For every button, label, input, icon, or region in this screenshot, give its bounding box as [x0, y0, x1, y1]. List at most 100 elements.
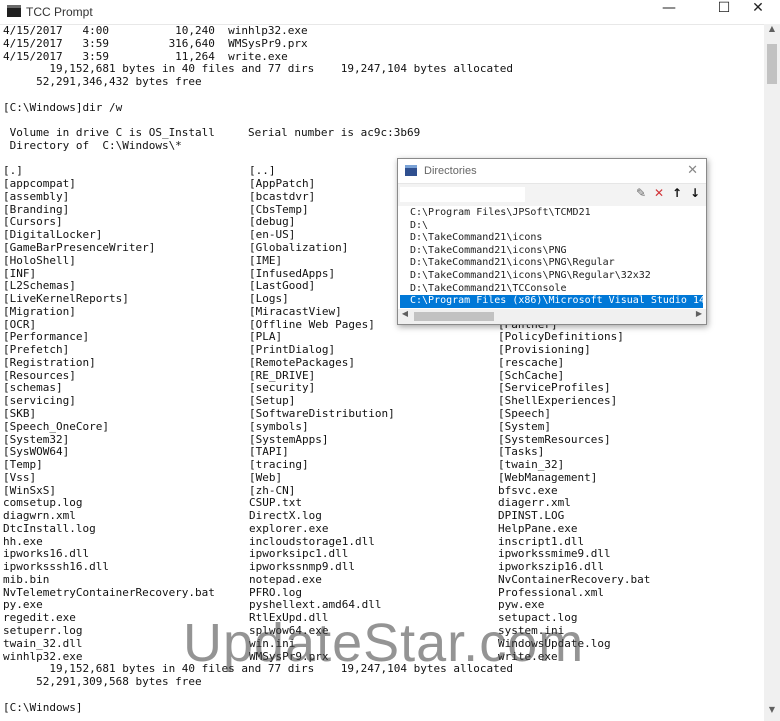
folder-icon [405, 165, 417, 176]
dir-entry: NvContainerRecovery.bat [498, 572, 651, 586]
dir-entry: [IME] [249, 253, 283, 267]
dir-row: [Prefetch] [PrintDialog] [Provisioning] [3, 343, 763, 357]
directory-list[interactable]: C:\Program Files\JPSoft\TCMD21 D:\ D:\Take… [400, 207, 703, 309]
dir-entry: [twain_32] [498, 458, 565, 472]
dir-row: [System32] [SystemApps] [SystemResources] [3, 433, 763, 447]
console-line: [C:\Windows]dir /w [3, 100, 123, 114]
scroll-thumb[interactable] [767, 44, 777, 84]
dir-entry: [MiracastView] [249, 304, 342, 318]
dir-entry: [Registration] [3, 355, 96, 369]
dir-entry: [Web] [249, 470, 283, 484]
move-up-icon[interactable]: ↑ [669, 186, 685, 202]
dir-entry: [Speech_OneCore] [3, 419, 109, 433]
dialog-horizontal-scrollbar[interactable]: ◀ ▶ [398, 309, 706, 324]
dir-entry: [RemotePackages] [249, 355, 355, 369]
directory-filter-input[interactable] [400, 187, 525, 202]
console-line: 4/15/2017 3:59 316,640 WMSysPr9.prx [3, 36, 308, 50]
console-line: 52,291,309,568 bytes free [3, 675, 202, 689]
dir-entry: [SKB] [3, 406, 37, 420]
close-button[interactable]: ✕ [736, 0, 780, 24]
dir-entry: HelpPane.exe [498, 521, 578, 535]
dir-row: ipworksssh16.dll ipworkssnmp9.dll ipworksz… [3, 560, 763, 574]
dir-entry: winhlp32.exe [3, 649, 83, 663]
scroll-up-icon[interactable]: ▲ [764, 24, 780, 40]
dir-row: [Speech_OneCore] [symbols] [System] [3, 419, 763, 434]
dir-entry: [SoftwareDistribution] [249, 406, 395, 420]
dir-row: [SKB] [SoftwareDistribution] [Speech] [3, 406, 763, 421]
dir-entry: DPINST.LOG [498, 509, 565, 523]
dir-entry: [HoloShell] [3, 253, 76, 267]
move-down-icon[interactable]: ↓ [687, 186, 703, 202]
title-bar: TCC Prompt — ☐ ✕ [0, 0, 780, 25]
dir-entry: [GameBarPresenceWriter] [3, 241, 156, 255]
dir-row: py.exe pyshellext.amd64.dll pyw.exe [3, 599, 763, 612]
directory-list-item[interactable]: C:\Program Files (x86)\Microsoft Visual … [400, 295, 703, 308]
dir-entry: [bcastdvr] [249, 189, 316, 203]
directory-list-item[interactable]: D:\ [400, 220, 703, 233]
dir-row: [Resources] [RE_DRIVE] [SchCache] [3, 369, 763, 383]
directories-dialog: Directories ✕ ✎ ✕ ↑ ↓ C:\Program Files\J… [397, 158, 707, 325]
dir-entry: mib.bin [3, 572, 50, 586]
tcc-window: TCC Prompt — ☐ ✕ 4/15/2017 4:00 10,240 w… [0, 0, 780, 721]
dir-row: [Registration] [RemotePackages] [rescache] [3, 355, 763, 370]
minimize-button[interactable]: — [647, 0, 691, 24]
dialog-close-button[interactable]: ✕ [687, 163, 698, 178]
dialog-title-bar: Directories ✕ [398, 159, 706, 184]
directory-list-item[interactable]: D:\TakeCommand21\icons\PNG\Regular\32x32 [400, 270, 703, 283]
edit-icon[interactable]: ✎ [633, 186, 649, 202]
directory-list-item[interactable]: D:\TakeCommand21\icons\PNG [400, 245, 703, 258]
dir-row: NvTelemetryContainerRecovery.bat PFRO.log… [3, 586, 763, 600]
dir-entry: [Provisioning] [498, 343, 591, 357]
dir-entry: [assembly] [3, 189, 70, 203]
dir-row: [Temp] [tracing] [twain_32] [3, 458, 763, 472]
scroll-down-icon[interactable]: ▼ [764, 705, 780, 721]
delete-icon[interactable]: ✕ [651, 186, 667, 202]
console-line: Volume in drive C is OS_Install Serial n… [3, 126, 421, 140]
dir-row: comsetup.log CSUP.txt diagerr.xml [3, 497, 763, 510]
dir-row: [Vss] [Web] [WebManagement] [3, 470, 763, 485]
dialog-title: Directories [424, 165, 477, 177]
directory-list-item[interactable]: D:\TakeCommand21\icons\PNG\Regular [400, 257, 703, 270]
directory-list-item[interactable]: C:\Program Files\JPSoft\TCMD21 [400, 207, 703, 220]
dir-entry: diagwrn.xml [3, 509, 76, 523]
dir-row: [WinSxS] [zh-CN] bfsvc.exe [3, 484, 763, 498]
dir-entry: [LiveKernelReports] [3, 292, 129, 306]
dir-row: [SysWOW64] [TAPI] [Tasks] [3, 445, 763, 459]
dir-entry: [tracing] [249, 458, 309, 472]
dir-row: [schemas] [security] [ServiceProfiles] [3, 382, 763, 395]
vertical-scrollbar[interactable]: ▲ ▼ [764, 24, 780, 721]
console-line: [C:\Windows] [3, 700, 83, 714]
dir-entry: DtcInstall.log [3, 521, 96, 535]
dialog-scroll-thumb[interactable] [414, 312, 494, 321]
dir-entry: [Logs] [249, 292, 289, 306]
dir-entry: [rescache] [498, 355, 565, 369]
console-icon [7, 5, 21, 17]
console-line: Directory of C:\Windows\* [3, 138, 182, 152]
dir-entry: twain_32.dll [3, 636, 83, 650]
scroll-left-icon[interactable]: ◀ [398, 309, 412, 324]
dir-row: DtcInstall.log explorer.exe HelpPane.exe [3, 521, 763, 536]
console-line: 52,291,346,432 bytes free [3, 75, 202, 89]
directory-list-item[interactable]: D:\TakeCommand21\icons [400, 232, 703, 245]
dir-entry: [Globalization] [249, 241, 349, 255]
dialog-toolbar: ✎ ✕ ↑ ↓ [398, 184, 706, 206]
window-title: TCC Prompt [26, 5, 93, 19]
dir-entry: [Vss] [3, 470, 37, 484]
dir-row: [Performance] [PLA] [PolicyDefinitions] [3, 331, 763, 344]
dir-row: diagwrn.xml DirectX.log DPINST.LOG [3, 509, 763, 523]
dir-entry: [symbols] [249, 419, 309, 433]
dir-entry: [Migration] [3, 304, 76, 318]
directory-list-item[interactable]: D:\TakeCommand21\TCConsole [400, 283, 703, 296]
dir-entry: [Prefetch] [3, 343, 70, 357]
dir-row: mib.bin notepad.exe NvContainerRecovery.ba… [3, 572, 763, 587]
scroll-right-icon[interactable]: ▶ [692, 309, 706, 324]
dir-entry: [Speech] [498, 406, 551, 420]
dir-entry: DirectX.log [249, 509, 322, 523]
dir-entry: notepad.exe [249, 572, 322, 586]
dir-entry: explorer.exe [249, 521, 329, 535]
dir-entry: [PrintDialog] [249, 343, 336, 357]
dir-entry: setuperr.log [3, 623, 83, 637]
dir-entry: [Temp] [3, 458, 43, 472]
